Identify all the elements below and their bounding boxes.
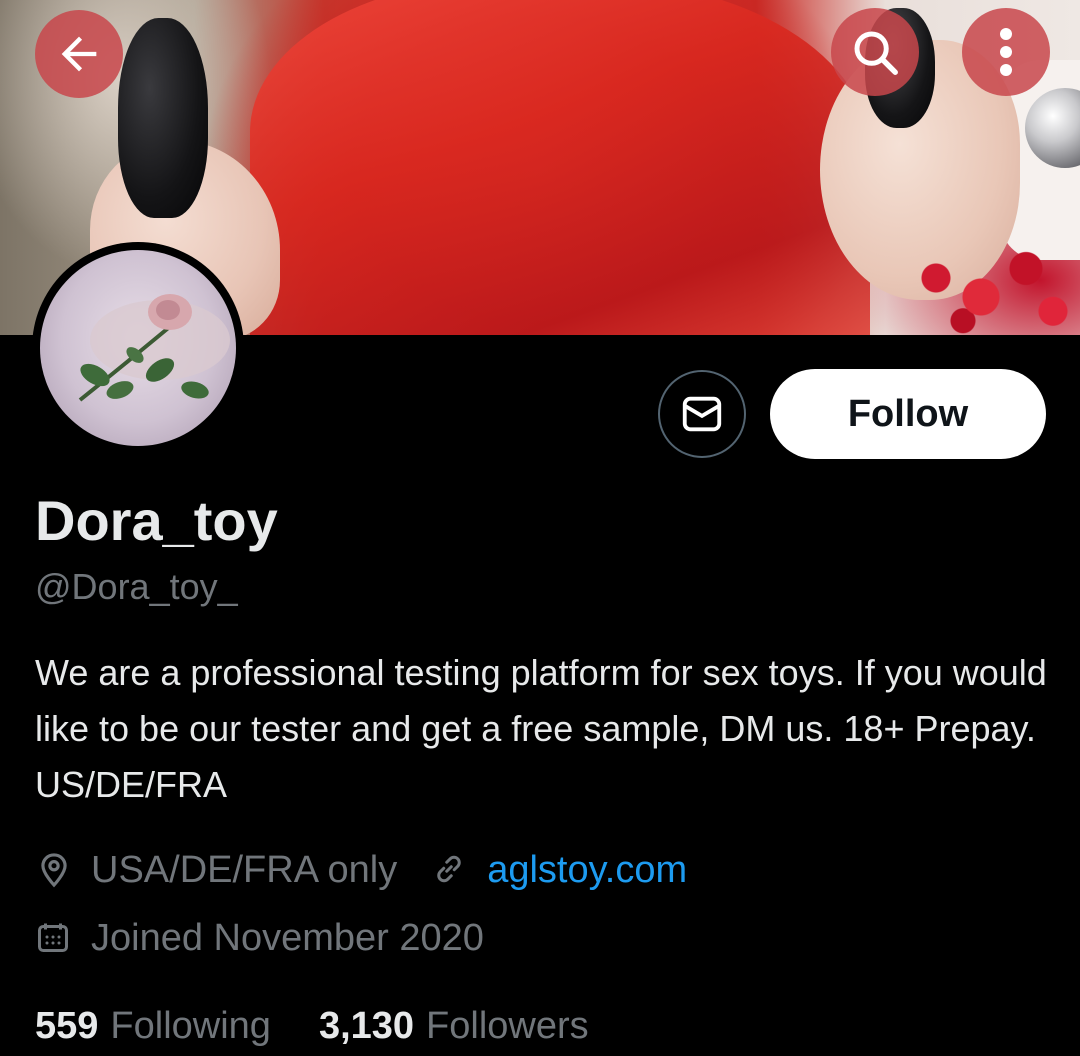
user-handle: @Dora_toy_ (35, 566, 238, 607)
follow-stats: 559 Following 3,130 Followers (35, 996, 589, 1056)
banner-rose-petals (900, 240, 1080, 335)
followers-count: 3,130 (318, 1004, 415, 1047)
more-options-button[interactable] (962, 8, 1050, 96)
website-link[interactable]: aglstoy.com (487, 849, 687, 892)
banner-robe-shape (250, 0, 870, 335)
following-label: Following (110, 1004, 271, 1047)
banner-left-object (118, 18, 208, 218)
avatar-rose-illustration (78, 294, 230, 402)
joined-row: Joined November 2020 (35, 908, 484, 968)
arrow-left-icon (53, 28, 105, 80)
link-icon (431, 851, 469, 889)
profile-avatar[interactable] (32, 242, 244, 454)
back-button[interactable] (35, 10, 123, 98)
following-count: 559 (35, 1004, 99, 1047)
joined-date-text: Joined November 2020 (91, 916, 484, 959)
mail-icon (679, 391, 725, 437)
followers-stat[interactable]: 3,130 Followers (319, 1005, 589, 1048)
calendar-icon (35, 919, 73, 957)
search-icon (848, 25, 902, 79)
following-stat[interactable]: 559 Following (35, 1005, 271, 1048)
location-pin-icon (35, 851, 73, 889)
follow-button[interactable]: Follow (770, 369, 1046, 459)
search-button[interactable] (831, 8, 919, 96)
display-name: Dora_toy (35, 489, 278, 552)
profile-bio: We are a professional testing platform f… (35, 652, 1047, 805)
more-vertical-icon (986, 26, 1026, 78)
profile-meta-row: USA/DE/FRA only aglstoy.com (35, 840, 687, 900)
avatar-image (40, 250, 236, 446)
followers-label: Followers (426, 1004, 589, 1047)
location-text: USA/DE/FRA only (91, 848, 398, 891)
message-button[interactable] (658, 370, 746, 458)
